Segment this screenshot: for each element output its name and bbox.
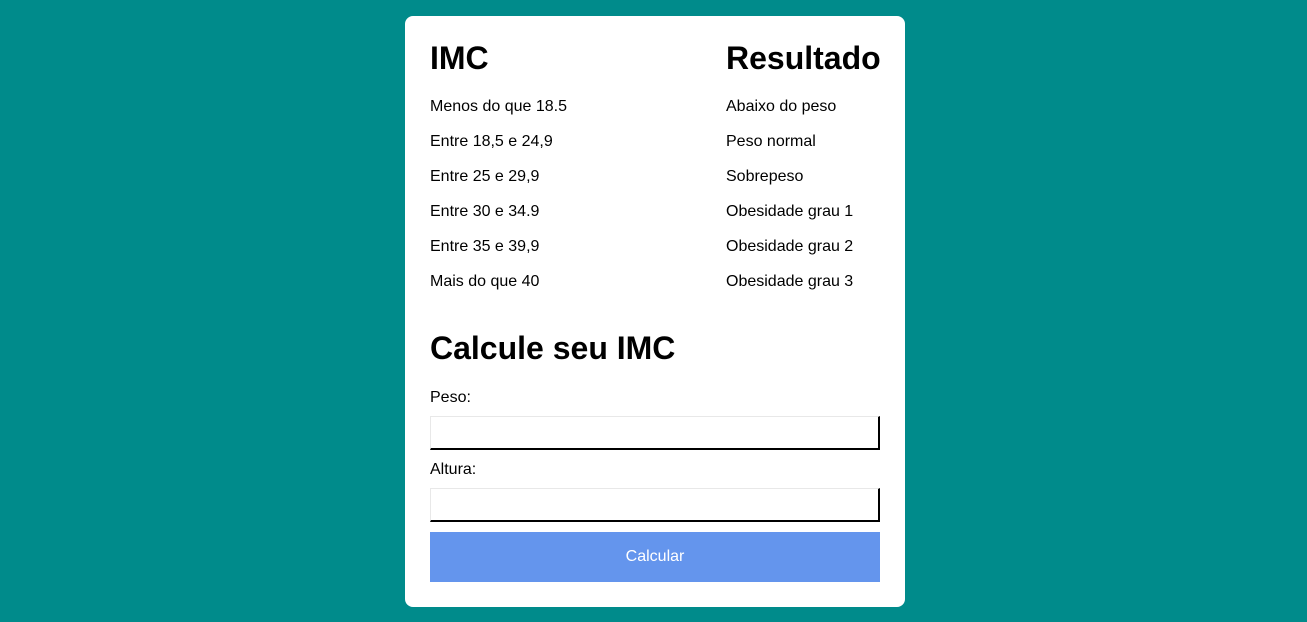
imc-table-header: IMC Resultado bbox=[430, 38, 881, 78]
result-cell: Abaixo do peso bbox=[726, 98, 837, 115]
table-row: Entre 35 e 39,9 Obesidade grau 2 bbox=[430, 233, 880, 268]
calculate-button[interactable]: Calcular bbox=[430, 532, 880, 582]
weight-input[interactable] bbox=[430, 416, 880, 450]
result-cell: Obesidade grau 1 bbox=[726, 203, 854, 220]
table-row: Mais do que 40 Obesidade grau 3 bbox=[430, 268, 880, 303]
imc-range-cell: Entre 25 e 29,9 bbox=[430, 168, 540, 185]
imc-table-body: Menos do que 18.5 Abaixo do peso Entre 1… bbox=[430, 93, 880, 303]
table-row: Entre 18,5 e 24,9 Peso normal bbox=[430, 128, 880, 163]
table-row: Entre 25 e 29,9 Sobrepeso bbox=[430, 163, 880, 198]
header-result: Resultado bbox=[726, 40, 881, 76]
result-cell: Peso normal bbox=[726, 133, 816, 150]
imc-range-cell: Entre 18,5 e 24,9 bbox=[430, 133, 553, 150]
imc-range-cell: Mais do que 40 bbox=[430, 273, 540, 290]
header-imc: IMC bbox=[430, 40, 489, 76]
imc-range-cell: Entre 35 e 39,9 bbox=[430, 238, 540, 255]
result-cell: Obesidade grau 3 bbox=[726, 273, 854, 290]
height-input[interactable] bbox=[430, 488, 880, 522]
table-row: Entre 30 e 34.9 Obesidade grau 1 bbox=[430, 198, 880, 233]
calculator-title: Calcule seu IMC bbox=[430, 330, 676, 366]
height-label: Altura: bbox=[430, 461, 477, 478]
imc-range-cell: Menos do que 18.5 bbox=[430, 98, 567, 115]
weight-label: Peso: bbox=[430, 389, 471, 406]
table-row: Menos do que 18.5 Abaixo do peso bbox=[430, 93, 880, 128]
result-cell: Sobrepeso bbox=[726, 168, 804, 185]
imc-range-cell: Entre 30 e 34.9 bbox=[430, 203, 540, 220]
result-cell: Obesidade grau 2 bbox=[726, 238, 854, 255]
imc-card: IMC Resultado Menos do que 18.5 Abaixo d… bbox=[405, 16, 905, 607]
